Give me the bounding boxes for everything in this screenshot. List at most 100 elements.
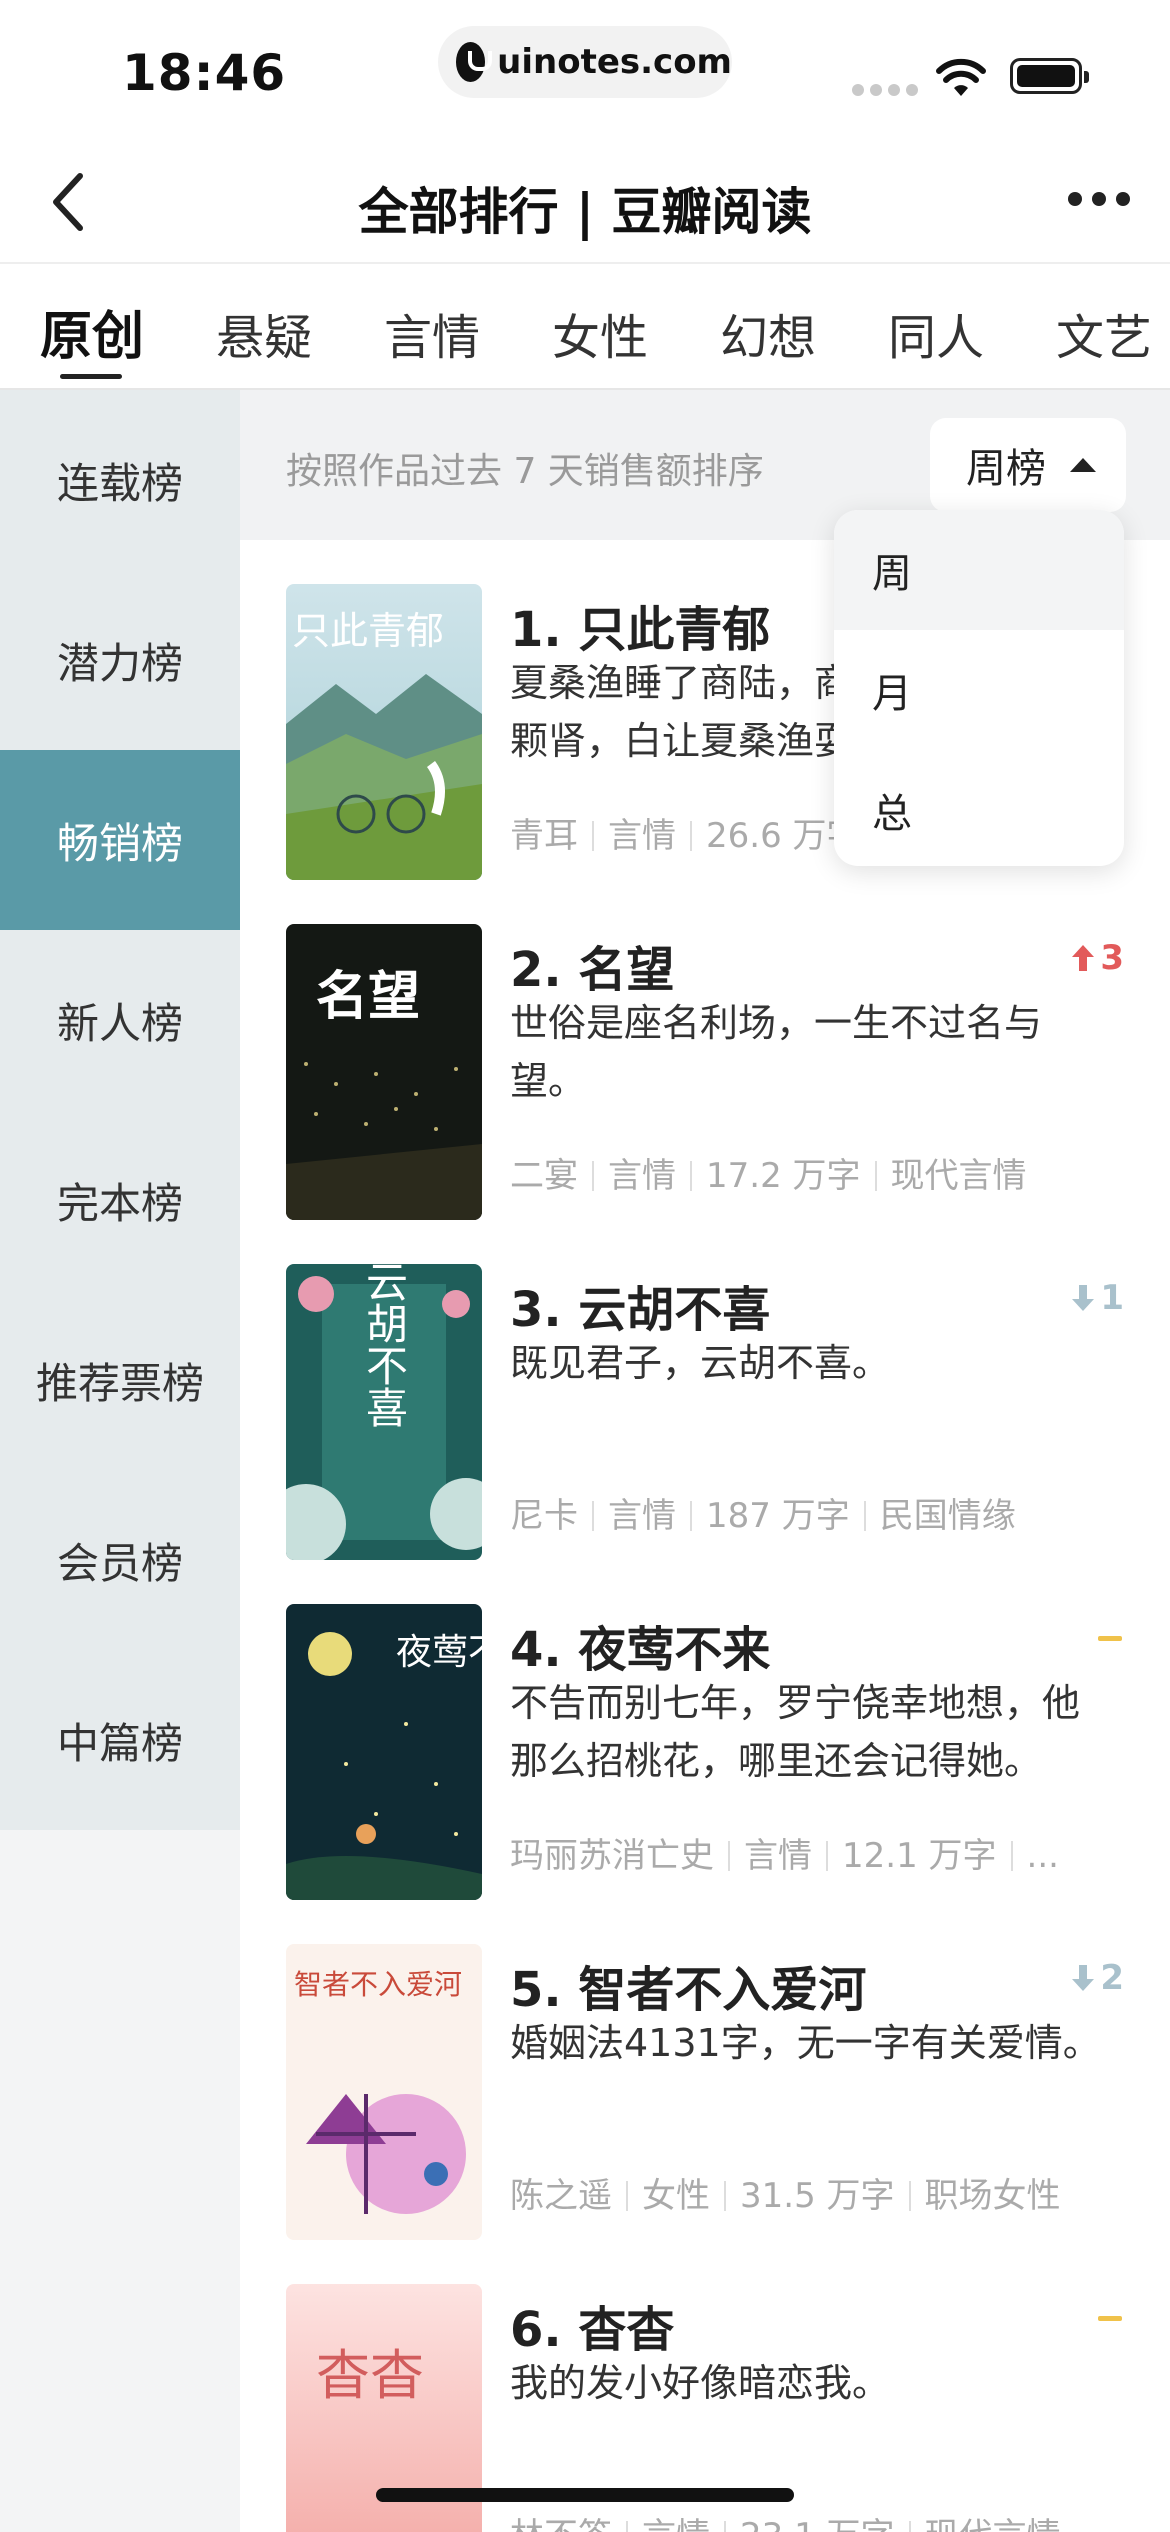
book-genre: 言情 (608, 1496, 676, 1536)
book-cover[interactable]: 名望 (286, 924, 482, 1220)
book-genre: 言情 (744, 1836, 812, 1876)
sidebar-item-completed[interactable]: 完本榜 (0, 1110, 240, 1290)
more-options-icon[interactable] (1068, 192, 1130, 206)
book-meta: 二宴 言情 17.2 万字 现代言情 (510, 1148, 1110, 1197)
list-item[interactable]: 夜莺不来 4. 夜莺不来 不告而别七年，罗宁侥幸地想，他那么招桃花，哪里还会记得… (240, 1560, 1170, 1900)
ranking-sidebar: 连载榜 潜力榜 畅销榜 新人榜 完本榜 推荐票榜 会员榜 中篇榜 (0, 390, 240, 1830)
rank-unchanged-indicator (1098, 1636, 1122, 1641)
sidebar-empty-area (0, 1830, 240, 2532)
book-subgenre: ... (1026, 1836, 1059, 1876)
sidebar-item-novella[interactable]: 中篇榜 (0, 1650, 240, 1830)
book-wordcount: 31.5 万字 (740, 2176, 895, 2216)
arrow-up-icon (1072, 945, 1095, 971)
book-description: 我的发小好像暗恋我。 (510, 2361, 891, 2405)
book-subgenre: 职场女性 (924, 2176, 1061, 2216)
book-wordcount: 23.1 万字 (740, 2516, 895, 2532)
rank-down-indicator: 1 (1070, 1278, 1124, 1318)
site-logo-icon (456, 42, 493, 82)
book-cover[interactable]: 夜莺不来 (286, 1604, 482, 1900)
sidebar-item-serial[interactable]: 连载榜 (0, 390, 240, 570)
book-author: 尼卡 (510, 1496, 578, 1536)
book-author: 二宴 (510, 1156, 578, 1196)
list-item[interactable]: 智者不入爱河 5. 智者不入爱河 2 婚姻法4131字，无一字有关爱情。 陈之遥… (240, 1900, 1170, 2240)
book-description: 婚姻法4131字，无一字有关爱情。 (510, 2021, 1101, 2065)
period-select-label: 周榜 (966, 446, 1046, 492)
dropdown-option-month[interactable]: 月 (834, 630, 1124, 750)
sidebar-item-recommend[interactable]: 推荐票榜 (0, 1290, 240, 1470)
period-dropdown-menu: 周 月 总 (834, 510, 1124, 866)
rank-unchanged-indicator (1098, 2316, 1122, 2321)
book-title[interactable]: 1. 只此青郁 (510, 590, 770, 660)
status-time: 18:46 (122, 44, 287, 102)
battery-icon (1010, 58, 1089, 94)
book-author: 玛丽苏消亡史 (510, 1836, 714, 1876)
sidebar-item-newcomer[interactable]: 新人榜 (0, 930, 240, 1110)
arrow-down-icon (1072, 1285, 1095, 1311)
tab-fanfic[interactable]: 同人 (888, 298, 984, 368)
tab-romance[interactable]: 言情 (384, 298, 480, 368)
cover-title: 智者不入爱河 (294, 1968, 462, 2001)
dropdown-option-total[interactable]: 总 (834, 750, 1124, 866)
cover-title: 夜莺不来 (396, 1632, 482, 1673)
book-genre: 女性 (642, 2176, 710, 2216)
book-wordcount: 187 万字 (706, 1496, 850, 1536)
category-tabs: 原创 悬疑 言情 女性 幻想 同人 文艺 (0, 264, 1170, 390)
book-cover[interactable]: 智者不入爱河 (286, 1944, 482, 2240)
book-cover[interactable]: 只此青郁 (286, 584, 482, 880)
book-subgenre: 现代言情 (890, 1156, 1027, 1196)
page-title: 全部排行 | 豆瓣阅读 (358, 183, 812, 241)
tab-female[interactable]: 女性 (552, 298, 648, 368)
book-author: 林不答 (510, 2516, 612, 2532)
rank-down-indicator: 2 (1070, 1958, 1124, 1998)
cover-title: 云胡不喜 (360, 1264, 409, 1428)
period-select-button[interactable]: 周榜 (930, 418, 1126, 512)
cover-title: 杳杳 (316, 2344, 424, 2407)
rank-change-value: 2 (1100, 1958, 1124, 1998)
tab-literary[interactable]: 文艺 (1056, 298, 1152, 368)
list-item[interactable]: 名望 2. 名望 3 世俗是座名利场，一生不过名与望。 二宴 言情 17.2 万字现… (240, 880, 1170, 1220)
book-title[interactable]: 2. 名望 (510, 930, 674, 1000)
book-cover[interactable]: 云胡不喜 (286, 1264, 482, 1560)
book-title[interactable]: 4. 夜莺不来 (510, 1610, 770, 1680)
book-title[interactable]: 5. 智者不入爱河 (510, 1950, 866, 2020)
book-subgenre: 民国情缘 (879, 1496, 1016, 1536)
book-meta: 尼卡 言情 187 万字 民国情缘 (510, 1488, 1110, 1537)
book-title[interactable]: 6. 杳杳 (510, 2290, 674, 2360)
url-text: uinotes.com (497, 42, 732, 82)
book-meta: 林不答 言情 23.1 万字 现代言情 (510, 2508, 1110, 2532)
tab-original[interactable]: 原创 (40, 294, 144, 369)
url-pill[interactable]: uinotes.com (438, 26, 732, 98)
book-genre: 言情 (608, 1156, 676, 1196)
tab-mystery[interactable]: 悬疑 (216, 298, 312, 368)
cellular-signal-icon (852, 84, 918, 96)
caret-up-icon (1070, 458, 1096, 472)
status-bar: 18:46 uinotes.com (0, 0, 1170, 140)
book-title[interactable]: 3. 云胡不喜 (510, 1270, 770, 1340)
list-item[interactable]: 云胡不喜 3. 云胡不喜 1 既见君子，云胡不喜。 尼卡 言情 187 万字 民国情缘 (240, 1220, 1170, 1560)
sidebar-item-potential[interactable]: 潜力榜 (0, 570, 240, 750)
rank-change-value: 3 (1100, 938, 1124, 978)
rank-change-value: 1 (1100, 1278, 1124, 1318)
active-tab-indicator (60, 374, 122, 379)
book-author: 青耳 (510, 816, 578, 856)
book-meta: 玛丽苏消亡史 言情 12.1 万字... (510, 1828, 1110, 1877)
arrow-down-icon (1072, 1965, 1095, 1991)
home-indicator[interactable] (376, 2488, 794, 2502)
cover-title: 名望 (316, 967, 420, 1027)
dropdown-option-week[interactable]: 周 (834, 510, 1124, 630)
book-description: 不告而别七年，罗宁侥幸地想，他那么招桃花，哪里还会记得她。 (510, 1681, 1081, 1783)
book-subgenre: 现代言情 (925, 2516, 1061, 2532)
tab-fantasy[interactable]: 幻想 (720, 298, 816, 368)
sidebar-item-member[interactable]: 会员榜 (0, 1470, 240, 1650)
book-meta: 陈之遥 女性 31.5 万字 职场女性 (510, 2168, 1110, 2217)
book-author: 陈之遥 (510, 2176, 612, 2216)
book-wordcount: 12.1 万字 (842, 1836, 997, 1876)
book-description: 既见君子，云胡不喜。 (510, 1341, 891, 1385)
nav-header: 全部排行 | 豆瓣阅读 (0, 140, 1170, 264)
cover-title: 只此青郁 (292, 609, 444, 653)
book-genre: 言情 (608, 816, 676, 856)
sidebar-item-bestseller[interactable]: 畅销榜 (0, 750, 240, 930)
sort-description: 按照作品过去 7 天销售额排序 (286, 451, 764, 492)
book-genre: 言情 (642, 2516, 710, 2532)
book-wordcount: 17.2 万字 (706, 1156, 861, 1196)
